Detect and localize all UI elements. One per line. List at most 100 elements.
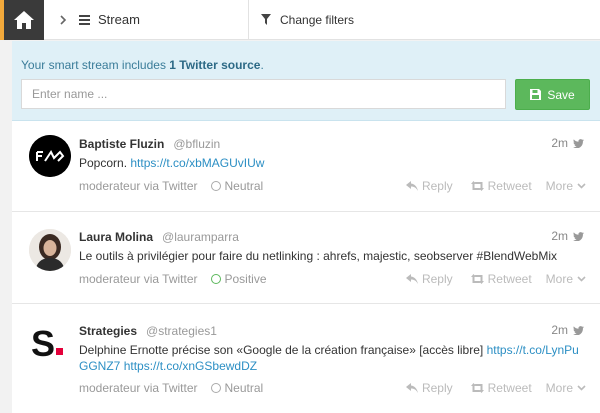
home-icon bbox=[14, 10, 34, 29]
stream-name-input[interactable] bbox=[21, 79, 506, 109]
chevron-down-icon bbox=[577, 385, 586, 391]
post-text-content: Le outils à privilégier pour faire du ne… bbox=[79, 249, 558, 263]
post-time: 2m bbox=[551, 323, 584, 337]
top-bar: Stream Change filters bbox=[0, 0, 600, 40]
sentiment-badge[interactable]: Positive bbox=[210, 272, 267, 286]
post-source: moderateur via Twitter bbox=[79, 272, 198, 286]
smart-stream-info: Your smart stream includes 1 Twitter sou… bbox=[21, 58, 264, 72]
post-text-content: Popcorn. bbox=[79, 156, 128, 170]
menu-icon bbox=[79, 14, 90, 25]
post-header: Strategies @strategies1 bbox=[79, 324, 217, 338]
twitter-bird-icon bbox=[573, 325, 584, 335]
reply-button[interactable]: Reply bbox=[405, 272, 453, 286]
smart-stream-panel: Your smart stream includes 1 Twitter sou… bbox=[12, 41, 600, 121]
home-button[interactable] bbox=[0, 0, 44, 40]
more-menu-button[interactable]: More bbox=[546, 272, 586, 286]
avatar[interactable] bbox=[29, 135, 71, 177]
user-photo-avatar bbox=[29, 229, 71, 271]
sentiment-badge[interactable]: Neutral bbox=[210, 179, 264, 193]
twitter-bird-icon bbox=[573, 231, 584, 241]
fluzin-logo-avatar bbox=[29, 135, 71, 177]
twitter-bird-icon bbox=[573, 138, 584, 148]
post-actions: Reply Retweet More bbox=[405, 381, 586, 395]
sentiment-neutral-icon bbox=[210, 181, 221, 191]
sentiment-neutral-icon bbox=[210, 383, 221, 393]
chevron-right-icon bbox=[60, 14, 67, 25]
post-source: moderateur via Twitter bbox=[79, 381, 198, 395]
retweet-button[interactable]: Retweet bbox=[470, 381, 532, 395]
post-item: Baptiste Fluzin @bfluzin 2m Popcorn. htt… bbox=[12, 121, 600, 212]
filter-icon bbox=[261, 14, 271, 25]
more-label: More bbox=[545, 272, 573, 286]
chevron-down-icon bbox=[577, 276, 586, 282]
retweet-button[interactable]: Retweet bbox=[470, 179, 532, 193]
retweet-label: Retweet bbox=[487, 179, 532, 193]
stream-menu-button[interactable]: Stream bbox=[79, 0, 249, 40]
info-prefix: Your smart stream includes bbox=[21, 58, 166, 72]
post-source: moderateur via Twitter bbox=[79, 179, 198, 193]
svg-text:S: S bbox=[31, 323, 55, 364]
more-label: More bbox=[545, 381, 573, 395]
post-time-label: 2m bbox=[551, 323, 568, 337]
sentiment-label: Neutral bbox=[224, 381, 264, 395]
post-handle[interactable]: @lauramparra bbox=[162, 230, 239, 244]
retweet-button[interactable]: Retweet bbox=[470, 272, 532, 286]
info-suffix: . bbox=[260, 58, 264, 72]
post-header: Laura Molina @lauramparra bbox=[79, 230, 239, 244]
post-time: 2m bbox=[551, 229, 584, 243]
post-meta: moderateur via Twitter Neutral Reply Ret… bbox=[79, 179, 586, 193]
reply-button[interactable]: Reply bbox=[405, 179, 453, 193]
post-item: S Strategies @strategies1 2m Delphine Er… bbox=[12, 304, 600, 413]
more-menu-button[interactable]: More bbox=[546, 381, 586, 395]
post-handle[interactable]: @strategies1 bbox=[146, 324, 217, 338]
retweet-icon bbox=[470, 181, 484, 191]
floppy-disk-icon bbox=[530, 89, 542, 100]
avatar[interactable] bbox=[29, 229, 71, 271]
post-author[interactable]: Strategies bbox=[79, 324, 137, 338]
more-label: More bbox=[545, 179, 573, 193]
post-time-label: 2m bbox=[551, 229, 568, 243]
change-filters-button[interactable]: Change filters bbox=[261, 13, 354, 27]
post-link[interactable]: https://t.co/xnGSbewdDZ bbox=[124, 359, 257, 373]
post-header: Baptiste Fluzin @bfluzin bbox=[79, 137, 220, 151]
reply-button[interactable]: Reply bbox=[405, 381, 453, 395]
avatar[interactable]: S bbox=[29, 322, 71, 364]
info-source-count: 1 Twitter source bbox=[169, 58, 261, 72]
sentiment-label: Positive bbox=[224, 272, 267, 286]
save-button[interactable]: Save bbox=[515, 79, 590, 110]
sentiment-label: Neutral bbox=[224, 179, 264, 193]
post-text: Le outils à privilégier pour faire du ne… bbox=[79, 248, 584, 264]
retweet-icon bbox=[470, 274, 484, 284]
post-link[interactable]: https://t.co/xbMAGUvIUw bbox=[130, 156, 264, 170]
post-meta: moderateur via Twitter Neutral Reply Ret… bbox=[79, 381, 586, 395]
retweet-icon bbox=[470, 383, 484, 393]
reply-icon bbox=[405, 383, 418, 393]
more-menu-button[interactable]: More bbox=[546, 179, 586, 193]
chevron-down-icon bbox=[577, 183, 586, 189]
reply-icon bbox=[405, 274, 418, 284]
stream-label: Stream bbox=[98, 12, 140, 27]
post-actions: Reply Retweet More bbox=[405, 272, 586, 286]
retweet-label: Retweet bbox=[487, 272, 532, 286]
post-actions: Reply Retweet More bbox=[405, 179, 586, 193]
retweet-label: Retweet bbox=[487, 381, 532, 395]
post-text: Delphine Ernotte précise son «Google de … bbox=[79, 342, 584, 374]
reply-label: Reply bbox=[421, 381, 453, 395]
sentiment-badge[interactable]: Neutral bbox=[210, 381, 264, 395]
reply-icon bbox=[405, 181, 418, 191]
post-handle[interactable]: @bfluzin bbox=[173, 137, 220, 151]
strategies-logo-avatar: S bbox=[29, 322, 71, 364]
sentiment-positive-icon bbox=[210, 274, 221, 284]
post-author[interactable]: Laura Molina bbox=[79, 230, 153, 244]
post-text: Popcorn. https://t.co/xbMAGUvIUw bbox=[79, 155, 584, 171]
post-item: Laura Molina @lauramparra 2m Le outils à… bbox=[12, 212, 600, 304]
reply-label: Reply bbox=[421, 179, 453, 193]
reply-label: Reply bbox=[421, 272, 453, 286]
breadcrumb: Stream Change filters bbox=[44, 0, 354, 40]
post-author[interactable]: Baptiste Fluzin bbox=[79, 137, 164, 151]
stream-feed: Baptiste Fluzin @bfluzin 2m Popcorn. htt… bbox=[12, 121, 600, 413]
post-meta: moderateur via Twitter Positive Reply Re… bbox=[79, 272, 586, 286]
post-time: 2m bbox=[551, 136, 584, 150]
save-label: Save bbox=[547, 87, 575, 102]
change-filters-label: Change filters bbox=[280, 12, 355, 27]
